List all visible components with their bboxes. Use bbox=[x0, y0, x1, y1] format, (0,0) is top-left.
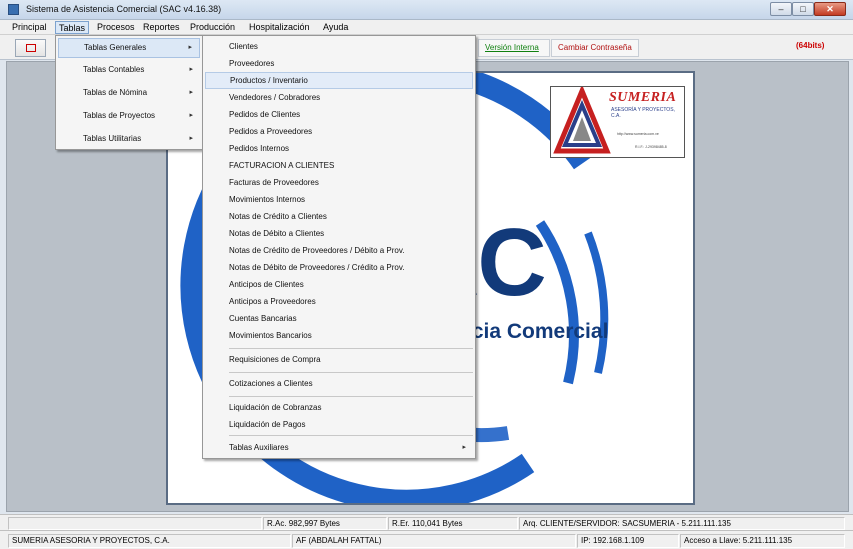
sac-logo-subtitle: ncia Comercial bbox=[459, 320, 609, 343]
menu-tablas-proyectos[interactable]: Tablas de Proyectos ▸ bbox=[58, 106, 200, 126]
submenu-arrow-icon: ▸ bbox=[188, 44, 192, 51]
triangle-logo-icon bbox=[553, 87, 611, 154]
menu-produccion[interactable]: Producción bbox=[187, 21, 238, 34]
menu-item-liquidacion-cobranzas[interactable]: Liquidación de Cobranzas bbox=[205, 399, 473, 416]
status-company: SUMERIA ASESORIA Y PROYECTOS, C.A. bbox=[8, 534, 291, 548]
status-bar-bottom: SUMERIA ASESORIA Y PROYECTOS, C.A. AF (A… bbox=[0, 530, 853, 549]
menu-item-requisiciones[interactable]: Requisiciones de Compra bbox=[205, 351, 473, 368]
menu-ayuda[interactable]: Ayuda bbox=[320, 21, 351, 34]
tablas-dropdown: Tablas Generales ▸ Tablas Contables ▸ Ta… bbox=[55, 35, 203, 150]
menu-principal[interactable]: Principal bbox=[9, 21, 50, 34]
menu-item-clientes[interactable]: Clientes bbox=[205, 38, 473, 55]
submenu-arrow-icon: ▸ bbox=[189, 89, 193, 96]
screen-button[interactable] bbox=[15, 39, 46, 57]
status-bar-top: R.Ac. 982,997 Bytes R.Er. 110,041 Bytes … bbox=[0, 514, 853, 530]
menu-item-label: Tablas Utilitarias bbox=[83, 134, 142, 143]
menu-item-facturacion-clientes[interactable]: FACTURACION A CLIENTES bbox=[205, 157, 473, 174]
menu-item-nc-clientes[interactable]: Notas de Crédito a Clientes bbox=[205, 208, 473, 225]
menu-item-tablas-auxiliares[interactable]: Tablas Auxiliares ▸ bbox=[205, 439, 473, 456]
menu-item-label: Tablas Contables bbox=[83, 65, 145, 74]
menu-item-pedidos-proveedores[interactable]: Pedidos a Proveedores bbox=[205, 123, 473, 140]
menu-item-facturas-proveedores[interactable]: Facturas de Proveedores bbox=[205, 174, 473, 191]
submenu-arrow-icon: ▸ bbox=[189, 66, 193, 73]
sumeria-rif: R.I.F.: J-29398485-8 bbox=[635, 145, 667, 149]
submenu-arrow-icon: ▸ bbox=[189, 112, 193, 119]
menu-item-proveedores[interactable]: Proveedores bbox=[205, 55, 473, 72]
menu-item-nd-proveedores[interactable]: Notas de Débito de Proveedores / Crédito… bbox=[205, 259, 473, 276]
menu-item-liquidacion-pagos[interactable]: Liquidación de Pagos bbox=[205, 416, 473, 433]
status-rac: R.Ac. 982,997 Bytes bbox=[263, 517, 387, 530]
menu-item-movimientos-internos[interactable]: Movimientos Internos bbox=[205, 191, 473, 208]
menu-item-anticipos-clientes[interactable]: Anticipos de Clientes bbox=[205, 276, 473, 293]
menu-item-label: Tablas Generales bbox=[84, 43, 147, 52]
change-password-button[interactable]: Cambiar Contraseña bbox=[551, 39, 639, 57]
window-title: Sistema de Asistencia Comercial (SAC v4.… bbox=[26, 4, 222, 14]
menu-item-nd-clientes[interactable]: Notas de Débito a Clientes bbox=[205, 225, 473, 242]
screen-icon bbox=[26, 44, 36, 52]
submenu-arrow-icon: ▸ bbox=[189, 135, 193, 142]
maximize-button[interactable]: □ bbox=[792, 2, 814, 16]
tablas-generales-submenu: Clientes Proveedores Productos / Inventa… bbox=[202, 35, 476, 459]
submenu-arrow-icon: ▸ bbox=[462, 444, 466, 451]
menu-item-label: Tablas de Nómina bbox=[83, 88, 148, 97]
menu-tablas-nomina[interactable]: Tablas de Nómina ▸ bbox=[58, 83, 200, 103]
menu-tablas-utilitarias[interactable]: Tablas Utilitarias ▸ bbox=[58, 129, 200, 149]
menu-tablas-contables[interactable]: Tablas Contables ▸ bbox=[58, 60, 200, 80]
sumeria-subtitle: ASESORÍA Y PROYECTOS, C.A. bbox=[611, 107, 675, 119]
menu-item-pedidos-clientes[interactable]: Pedidos de Clientes bbox=[205, 106, 473, 123]
menu-reportes[interactable]: Reportes bbox=[140, 21, 183, 34]
status-panel-empty bbox=[8, 517, 262, 530]
menu-item-label: Tablas Auxiliares bbox=[229, 443, 289, 452]
menu-item-productos-inventario[interactable]: Productos / Inventario bbox=[205, 72, 473, 89]
menu-item-pedidos-internos[interactable]: Pedidos Internos bbox=[205, 140, 473, 157]
menu-item-movimientos-bancarios[interactable]: Movimientos Bancarios bbox=[205, 327, 473, 344]
status-ip: IP: 192.168.1.109 bbox=[577, 534, 679, 548]
status-rer: R.Er. 110,041 Bytes bbox=[388, 517, 518, 530]
sumeria-web: http://www.sumeria.com.ve bbox=[617, 132, 659, 136]
status-user: AF (ABDALAH FATTAL) bbox=[292, 534, 576, 548]
menu-item-cuentas-bancarias[interactable]: Cuentas Bancarias bbox=[205, 310, 473, 327]
menu-tablas-generales[interactable]: Tablas Generales ▸ bbox=[58, 38, 200, 58]
menu-separator bbox=[229, 396, 473, 397]
menu-hospitalizacion[interactable]: Hospitalización bbox=[246, 21, 313, 34]
status-arquitectura: Arq. CLIENTE/SERVIDOR: SACSUMERIA - 5.21… bbox=[519, 517, 845, 530]
menu-separator bbox=[229, 435, 473, 436]
app-icon bbox=[8, 4, 19, 15]
bits-label: (64bits) bbox=[796, 41, 825, 50]
menu-separator bbox=[229, 372, 473, 373]
menu-item-nc-proveedores[interactable]: Notas de Crédito de Proveedores / Débito… bbox=[205, 242, 473, 259]
status-access-key: Acceso a Llave: 5.211.111.135 bbox=[680, 534, 845, 548]
menu-item-cotizaciones[interactable]: Cotizaciones a Clientes bbox=[205, 375, 473, 392]
close-button[interactable]: ✕ bbox=[814, 2, 846, 16]
version-link[interactable]: Versión Interna bbox=[478, 39, 550, 57]
sumeria-brand: SUMERIA bbox=[609, 90, 677, 105]
menu-item-vendedores[interactable]: Vendedores / Cobradores bbox=[205, 89, 473, 106]
menu-procesos[interactable]: Procesos bbox=[94, 21, 138, 34]
menu-bar: Principal Tablas Procesos Reportes Produ… bbox=[0, 20, 853, 35]
menu-item-anticipos-proveedores[interactable]: Anticipos a Proveedores bbox=[205, 293, 473, 310]
menu-tablas[interactable]: Tablas bbox=[55, 21, 90, 34]
title-bar: Sistema de Asistencia Comercial (SAC v4.… bbox=[0, 0, 853, 20]
menu-separator bbox=[229, 348, 473, 349]
menu-item-label: Tablas de Proyectos bbox=[83, 111, 156, 120]
minimize-button[interactable]: – bbox=[770, 2, 792, 16]
sumeria-logo: SUMERIA ASESORÍA Y PROYECTOS, C.A. http:… bbox=[550, 86, 685, 158]
